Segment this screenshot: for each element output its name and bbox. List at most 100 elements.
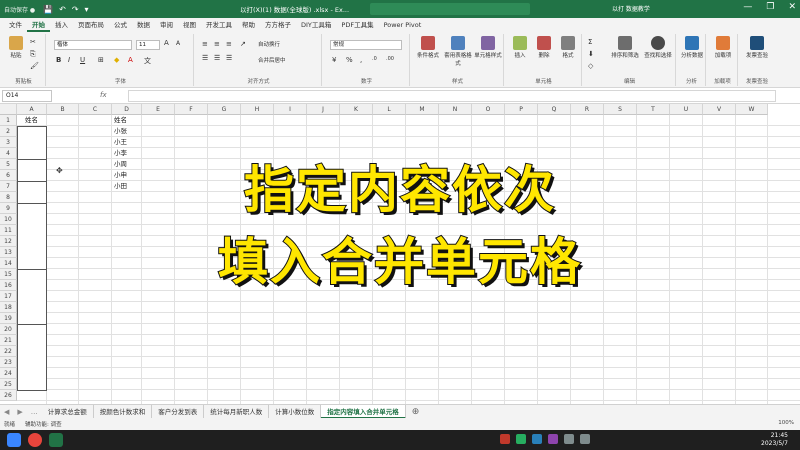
sheet-tab[interactable]: 计算小数位数	[269, 404, 322, 419]
merge-center-button[interactable]: 合并后居中	[258, 56, 286, 64]
column-header[interactable]: W	[736, 104, 768, 115]
row-header[interactable]: 19	[0, 313, 17, 324]
close-icon[interactable]: ✕	[788, 2, 796, 12]
zoom-level[interactable]: 100%	[778, 420, 794, 426]
fx-icon[interactable]: fx	[100, 91, 107, 99]
start-icon[interactable]	[7, 433, 21, 447]
tab-power-pivot[interactable]: Power Pivot	[379, 18, 427, 32]
tray-app-icon[interactable]	[500, 434, 510, 444]
conditional-format-button[interactable]: 条件格式	[414, 36, 442, 59]
sheet-tab[interactable]: 计算求总金额	[42, 404, 94, 419]
align-right-icon[interactable]: ☰	[226, 54, 232, 62]
column-header[interactable]: D	[112, 104, 142, 115]
column-header[interactable]: K	[340, 104, 373, 115]
font-grow-icon[interactable]: A	[164, 39, 169, 47]
delete-cells-button[interactable]: 删除	[532, 36, 556, 59]
qq-icon[interactable]	[532, 434, 542, 444]
underline-icon[interactable]: U	[80, 56, 85, 64]
column-header[interactable]: I	[274, 104, 307, 115]
format-as-table-button[interactable]: 套用表格格式	[444, 36, 472, 67]
tab-view[interactable]: 视图	[178, 18, 201, 32]
column-header[interactable]: F	[175, 104, 208, 115]
autosave-toggle[interactable]: 自动保存 ●	[4, 5, 35, 14]
font-size-select[interactable]: 11	[136, 40, 160, 50]
cell-d2[interactable]: 小张	[114, 126, 127, 137]
volume-icon[interactable]	[580, 434, 590, 444]
formula-input[interactable]	[128, 90, 776, 102]
tab-home[interactable]: 开始	[27, 18, 50, 32]
search-box[interactable]	[370, 3, 530, 15]
align-center-icon[interactable]: ☰	[214, 54, 220, 62]
row-header[interactable]: 3	[0, 137, 17, 148]
wifi-icon[interactable]	[564, 434, 574, 444]
row-header[interactable]: 24	[0, 368, 17, 379]
redo-icon[interactable]: ↷	[72, 5, 79, 14]
cut-icon[interactable]: ✂	[30, 38, 36, 46]
row-header[interactable]: 1	[0, 115, 17, 126]
fill-icon[interactable]: ⬇	[588, 50, 594, 58]
column-header[interactable]: M	[406, 104, 439, 115]
format-painter-icon[interactable]: 🖌	[30, 62, 39, 70]
excel-icon[interactable]	[49, 433, 63, 447]
column-header[interactable]: V	[703, 104, 736, 115]
fill-color-icon[interactable]: ◆	[114, 56, 119, 64]
customize-icon[interactable]: ▾	[85, 5, 89, 14]
column-header[interactable]: N	[439, 104, 472, 115]
column-header[interactable]: O	[472, 104, 505, 115]
row-header[interactable]: 22	[0, 346, 17, 357]
align-top-icon[interactable]: ≡	[202, 40, 208, 48]
cell-a1[interactable]: 姓名	[25, 115, 38, 126]
column-header[interactable]: E	[142, 104, 175, 115]
column-header[interactable]: P	[505, 104, 538, 115]
percent-icon[interactable]: %	[346, 56, 353, 64]
border-icon[interactable]: ⊞	[98, 56, 104, 64]
row-header[interactable]: 25	[0, 379, 17, 390]
addins-button[interactable]: 加载项	[711, 36, 735, 59]
cell-styles-button[interactable]: 单元格样式	[474, 36, 502, 59]
tab-file[interactable]: 文件	[4, 18, 27, 32]
align-left-icon[interactable]: ☰	[202, 54, 208, 62]
column-header[interactable]: H	[241, 104, 274, 115]
column-header[interactable]: T	[637, 104, 670, 115]
tab-insert[interactable]: 插入	[50, 18, 73, 32]
column-header[interactable]: B	[47, 104, 79, 115]
currency-icon[interactable]: ¥	[332, 56, 336, 64]
undo-icon[interactable]: ↶	[59, 5, 66, 14]
row-header[interactable]: 26	[0, 390, 17, 401]
tab-developer[interactable]: 开发工具	[201, 18, 237, 32]
row-header[interactable]: 21	[0, 335, 17, 346]
cell-d1[interactable]: 姓名	[114, 115, 127, 126]
number-format-select[interactable]: 常规	[330, 40, 402, 50]
increase-decimal-icon[interactable]: .0	[372, 56, 377, 62]
copy-icon[interactable]: ⎘	[30, 50, 36, 59]
insert-cells-button[interactable]: 插入	[508, 36, 532, 59]
tab-fangfang[interactable]: 方方格子	[260, 18, 296, 32]
select-all-corner[interactable]	[0, 104, 17, 115]
format-cells-button[interactable]: 格式	[556, 36, 580, 59]
tab-pdf[interactable]: PDF工具集	[336, 18, 378, 32]
accessibility-status[interactable]: 辅助功能: 调查	[25, 420, 62, 428]
column-header[interactable]: G	[208, 104, 241, 115]
row-header[interactable]: 23	[0, 357, 17, 368]
invoice-check-button[interactable]: 发票查验	[745, 36, 769, 59]
tab-formulas[interactable]: 公式	[109, 18, 132, 32]
column-header[interactable]: J	[307, 104, 340, 115]
more-sheets-icon[interactable]: …	[27, 408, 42, 416]
italic-icon[interactable]: I	[68, 56, 70, 64]
add-sheet-icon[interactable]: ⊕	[406, 407, 426, 417]
wechat-icon[interactable]	[516, 434, 526, 444]
column-header[interactable]: L	[373, 104, 406, 115]
analyze-data-button[interactable]: 分析数据	[680, 36, 704, 59]
clear-icon[interactable]: ◇	[588, 62, 593, 70]
cell-d3[interactable]: 小王	[114, 137, 127, 148]
user-name[interactable]: 以打 数据教学	[612, 4, 650, 13]
find-select-button[interactable]: 查找和选择	[642, 36, 674, 59]
tab-page-layout[interactable]: 页面布局	[73, 18, 109, 32]
sheet-tab[interactable]: 统计每月新职人数	[204, 404, 270, 419]
column-header[interactable]: U	[670, 104, 703, 115]
orientation-icon[interactable]: ↗	[240, 40, 246, 48]
align-bottom-icon[interactable]: ≡	[226, 40, 232, 48]
maximize-icon[interactable]: ❐	[766, 2, 774, 12]
tab-data[interactable]: 数据	[132, 18, 155, 32]
save-icon[interactable]: 💾	[43, 5, 53, 14]
